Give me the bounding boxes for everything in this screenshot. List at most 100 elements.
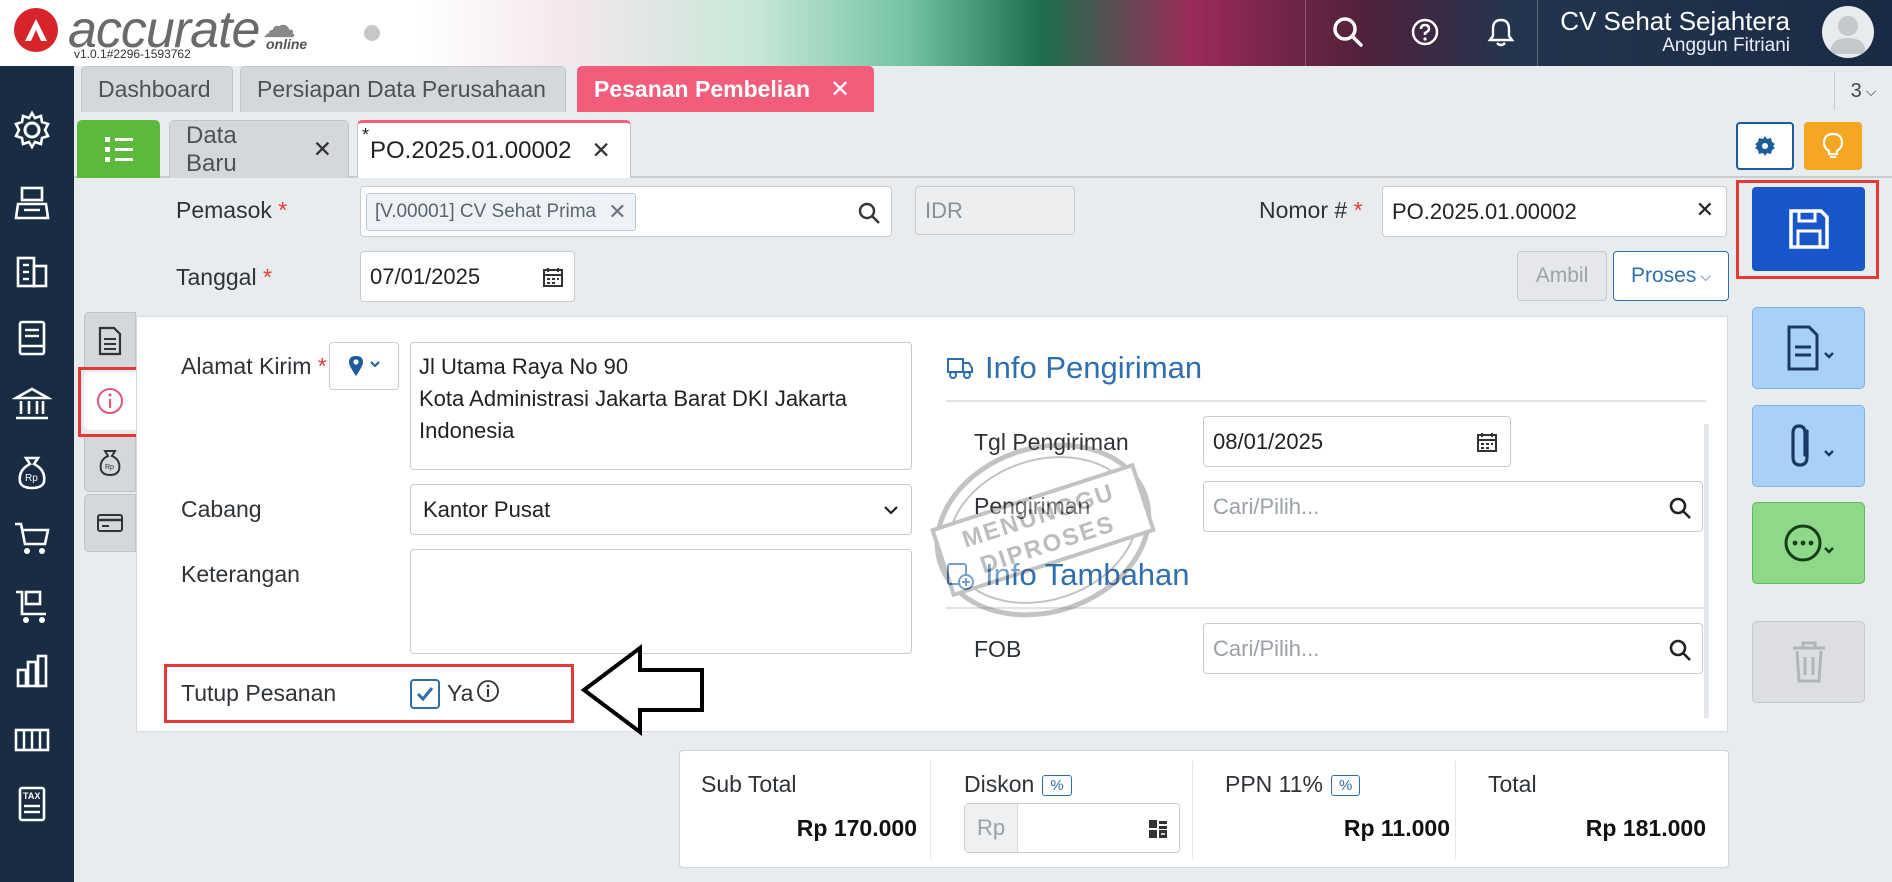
ambil-button[interactable]: Ambil <box>1517 251 1607 301</box>
user-name[interactable]: Anggun Fitriani <box>1662 35 1790 57</box>
close-icon[interactable]: ✕ <box>313 136 332 163</box>
search-icon[interactable] <box>1668 496 1692 520</box>
more-options-icon <box>1784 524 1834 562</box>
search-icon[interactable] <box>1326 10 1370 54</box>
accurate-logo-icon <box>14 8 58 52</box>
print-document-button[interactable] <box>1752 307 1865 389</box>
cabang-select[interactable]: Kantor Pusat <box>410 484 912 535</box>
tutup-pesanan-value: Ya <box>447 680 474 706</box>
totals-divider <box>930 761 931 859</box>
label-text: Nomor # <box>1259 197 1348 223</box>
tanggal-label: Tanggal * <box>176 264 272 291</box>
tab-po-document[interactable]: * PO.2025.01.00002 ✕ <box>357 120 631 178</box>
pengiriman-field[interactable]: Cari/Pilih... <box>1203 481 1703 532</box>
address-picker-button[interactable] <box>329 342 399 390</box>
money-bag-icon[interactable]: Rp <box>12 452 52 492</box>
ppn-percent-toggle[interactable]: % <box>1331 775 1361 797</box>
tax-document-icon[interactable]: TAX <box>12 784 52 824</box>
credit-card-icon <box>97 514 123 532</box>
more-actions-button[interactable] <box>1752 502 1865 584</box>
bank-icon[interactable] <box>11 384 53 424</box>
tab-payment[interactable] <box>84 494 136 552</box>
proses-button[interactable]: Proses ⌵ <box>1613 251 1729 301</box>
pemasok-chip[interactable]: [V.00001] CV Sehat Prima ✕ <box>366 193 636 231</box>
tanggal-field[interactable]: 07/01/2025 <box>360 251 575 302</box>
total-label: Total <box>1488 771 1537 797</box>
label-text: Alamat Kirim <box>181 353 312 379</box>
alamat-kirim-textarea[interactable]: Jl Utama Raya No 90 Kota Administrasi Ja… <box>410 342 912 470</box>
tab-pesanan-pembelian[interactable]: Pesanan Pembelian ✕ <box>577 66 874 112</box>
totals-divider <box>1455 761 1456 859</box>
company-name[interactable]: CV Sehat Sejahtera <box>1560 6 1790 37</box>
attachment-button[interactable] <box>1752 405 1865 487</box>
tgl-pengiriman-field[interactable]: 08/01/2025 <box>1203 416 1511 467</box>
pointer-arrow-left-icon <box>580 644 704 736</box>
tutup-pesanan-checkbox[interactable] <box>410 679 440 709</box>
tips-button[interactable] <box>1804 122 1862 170</box>
paperclip-icon <box>1790 424 1834 467</box>
calendar-icon[interactable] <box>542 266 564 288</box>
save-button[interactable] <box>1752 187 1865 271</box>
notification-bell-icon[interactable] <box>1479 10 1523 54</box>
diskon-percent-toggle[interactable]: % <box>1042 775 1072 797</box>
panel-scrollbar[interactable] <box>1704 424 1709 718</box>
remove-chip-icon[interactable]: ✕ <box>608 199 626 225</box>
open-tabs-count[interactable]: 3 ⌵ <box>1834 72 1892 110</box>
required-mark: * <box>278 197 288 223</box>
keterangan-textarea[interactable] <box>410 549 912 654</box>
close-icon[interactable]: ✕ <box>830 75 850 104</box>
manufacturing-icon[interactable] <box>12 718 52 758</box>
delivery-truck-icon <box>947 358 973 379</box>
diskon-field[interactable]: Rp <box>964 803 1180 853</box>
form-settings-button[interactable] <box>1736 122 1794 170</box>
tab-persiapan-data[interactable]: Persiapan Data Perusahaan <box>240 66 566 112</box>
calendar-icon[interactable] <box>1476 431 1498 453</box>
tab-cost[interactable]: Rp <box>84 434 136 492</box>
ledger-book-icon[interactable] <box>12 318 52 358</box>
keterangan-label: Keterangan <box>181 561 300 587</box>
inventory-cart-icon[interactable] <box>12 586 52 626</box>
button-label: Ambil <box>1535 264 1589 287</box>
tab-label: Data Baru <box>186 121 237 177</box>
search-icon[interactable] <box>857 201 881 225</box>
tab-label: Dashboard <box>98 76 211 102</box>
avatar[interactable] <box>1822 6 1874 58</box>
version-text: v1.0.1#2296-1593762 <box>74 47 191 61</box>
nomor-field[interactable]: PO.2025.01.00002 ✕ <box>1382 186 1727 237</box>
settings-gear-icon[interactable] <box>12 110 52 150</box>
totals-summary: Sub Total Rp 170.000 Diskon% Rp PPN 11%%… <box>679 750 1729 868</box>
fob-field[interactable]: Cari/Pilih... <box>1203 623 1703 674</box>
company-building-icon[interactable] <box>12 250 52 290</box>
subtotal-value: Rp 170.000 <box>796 815 917 841</box>
logo-subtext: online <box>266 36 308 52</box>
main-sidebar: Rp TAX <box>0 66 74 882</box>
tab-dashboard[interactable]: Dashboard <box>81 66 233 112</box>
label-text: Tanggal <box>176 264 257 290</box>
svg-text:TAX: TAX <box>23 791 40 801</box>
document-icon <box>1787 325 1834 371</box>
close-icon[interactable]: ✕ <box>592 137 611 164</box>
required-mark: * <box>262 264 272 290</box>
tab-detail-items[interactable] <box>84 312 136 370</box>
alamat-kirim-label: Alamat Kirim * <box>181 353 327 380</box>
ppn-label: PPN 11%% <box>1225 771 1361 798</box>
info-icon[interactable] <box>476 679 500 703</box>
trash-icon <box>1792 641 1825 683</box>
delete-button[interactable] <box>1752 621 1865 703</box>
totals-divider <box>1192 761 1193 859</box>
floppy-disk-icon <box>1788 209 1829 249</box>
cash-register-icon[interactable] <box>12 184 52 224</box>
button-label: Proses <box>1631 264 1697 287</box>
location-pin-icon <box>349 356 380 376</box>
cabang-value: Kantor Pusat <box>423 496 551 522</box>
report-chart-icon[interactable] <box>12 652 52 692</box>
shopping-cart-icon[interactable] <box>12 518 52 558</box>
list-view-button[interactable] <box>77 120 160 178</box>
help-icon[interactable] <box>1403 10 1447 54</box>
gear-icon <box>1755 136 1775 156</box>
calculator-icon[interactable] <box>1147 818 1169 840</box>
clear-icon[interactable]: ✕ <box>1696 197 1714 223</box>
tab-data-baru[interactable]: Data Baru ✕ <box>169 120 349 178</box>
search-icon[interactable] <box>1668 638 1692 662</box>
currency-prefix: Rp <box>965 804 1019 852</box>
